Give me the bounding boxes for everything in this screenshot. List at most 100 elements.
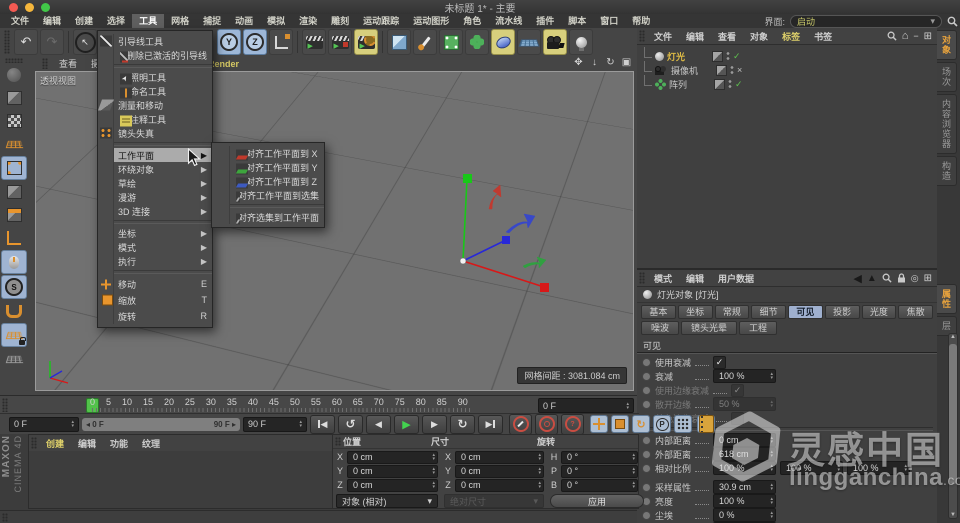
position-field[interactable]: 0 cm ▴ ▾ xyxy=(347,464,438,478)
lock-icon[interactable] xyxy=(897,273,906,283)
attribute-tab[interactable]: 细节 xyxy=(751,305,786,319)
stepper-icon[interactable]: ▴ ▾ xyxy=(538,467,541,476)
attribute-tab[interactable]: 光度 xyxy=(861,305,897,319)
texture-mode-button[interactable] xyxy=(2,110,26,132)
timeline-ruler[interactable]: 0 5 10 15 20 25 30 35 40 45 50 55 60 65 70 75 80 85 90 0 F… xyxy=(0,395,637,414)
model-mode-button[interactable] xyxy=(2,87,26,109)
scrollbar-thumb[interactable] xyxy=(949,344,957,484)
menu-item[interactable]: 执行 ▶ xyxy=(98,254,212,268)
layer-tag-icon[interactable] xyxy=(714,78,725,90)
home-icon[interactable]: ⌂ xyxy=(902,30,909,42)
material-menu-item[interactable]: 纹理 xyxy=(135,437,167,450)
z-axis-lock-button[interactable]: Z xyxy=(243,29,267,55)
dock-tab[interactable]: 对象 xyxy=(937,30,957,60)
stepper-icon[interactable]: ▴ ▾ xyxy=(632,467,635,476)
key-scale-toggle[interactable] xyxy=(611,415,629,433)
keyframe-dot[interactable] xyxy=(642,371,651,381)
subdivision-surface-button[interactable] xyxy=(439,29,463,55)
object-name[interactable]: 灯光 xyxy=(667,50,701,63)
dock-tab[interactable]: 属性 xyxy=(937,284,957,314)
attribute-tab[interactable]: 工程 xyxy=(739,321,778,335)
stepper-icon[interactable]: ▴ ▾ xyxy=(771,436,774,445)
start-frame-field[interactable]: 0 F ▴ ▾ xyxy=(9,416,79,432)
light-button[interactable] xyxy=(569,29,593,55)
menubar-item[interactable]: 网格 xyxy=(164,14,196,28)
menubar-item[interactable]: 渲染 xyxy=(292,14,324,28)
toolbar-grip[interactable] xyxy=(4,30,10,54)
stepper-icon[interactable]: ▴ ▾ xyxy=(299,420,302,429)
record-keyframe-button[interactable] xyxy=(509,413,532,435)
menubar-item[interactable]: 选择 xyxy=(100,14,132,28)
menubar-item[interactable]: 运动跟踪 xyxy=(356,14,406,28)
make-editable-button[interactable] xyxy=(2,64,26,86)
view-label[interactable]: 透视视图 xyxy=(40,74,76,87)
floor-button[interactable] xyxy=(517,29,541,55)
key-parameter-toggle[interactable]: P xyxy=(653,415,671,433)
keyframe-selection-button[interactable]: ? xyxy=(561,413,584,435)
timeline-window-button[interactable] xyxy=(697,415,715,433)
submenu-item[interactable]: 对齐工作平面到选集 xyxy=(212,188,324,202)
panel-grip[interactable] xyxy=(639,30,645,42)
viewport-menu-item[interactable]: 查看 xyxy=(52,57,84,70)
menubar-item[interactable]: 编辑 xyxy=(36,14,68,28)
viewport-solo-button[interactable] xyxy=(1,250,27,274)
keyframe-dot[interactable] xyxy=(642,463,651,473)
menu-item[interactable]: 工作平面 ▶ xyxy=(98,148,212,162)
stepper-icon[interactable]: ▴ ▾ xyxy=(626,401,629,410)
position-mode-select[interactable]: 对象 (相对) ▾ xyxy=(336,494,438,508)
menubar-item[interactable]: 插件 xyxy=(529,14,561,28)
attribute-menu-item[interactable]: 编辑 xyxy=(679,272,711,285)
submenu-item[interactable]: 对齐工作平面到 Y xyxy=(212,160,324,174)
menubar-item[interactable]: 工具 xyxy=(132,14,165,28)
rotate-view-icon[interactable]: ↻ xyxy=(604,57,617,68)
object-manager-menu-item[interactable]: 查看 xyxy=(711,30,743,43)
object-manager-menu-item[interactable]: 书签 xyxy=(807,30,839,43)
arrow-up-icon[interactable]: ▲ xyxy=(867,273,877,284)
y-axis-lock-button[interactable]: Y xyxy=(217,29,241,55)
menubar-item[interactable]: 雕刻 xyxy=(324,14,356,28)
previous-frame-button[interactable]: ◀ xyxy=(366,414,391,434)
attribute-tab[interactable]: 镜头光晕 xyxy=(681,321,738,335)
render-picture-viewer-button[interactable]: ▶ xyxy=(328,29,352,55)
points-mode-button[interactable] xyxy=(1,156,27,180)
current-frame-field[interactable]: 0 F ▴ ▾ xyxy=(538,398,634,413)
object-manager-menu-item[interactable]: 标签 xyxy=(775,30,807,43)
stepper-icon[interactable]: ▴ ▾ xyxy=(432,467,435,476)
enable-axis-button[interactable] xyxy=(2,227,26,249)
submenu-item[interactable]: 对齐工作平面到 X xyxy=(212,146,324,160)
menu-item[interactable]: 缩放 T xyxy=(98,292,212,308)
size-field[interactable]: 0 cm ▴ ▾ xyxy=(455,450,544,464)
toggle-view-icon[interactable]: ▣ xyxy=(620,57,633,68)
attribute-tab[interactable]: 投影 xyxy=(824,305,860,319)
dock-tab[interactable]: 场次 xyxy=(937,62,957,92)
attribute-tab[interactable]: 焦散 xyxy=(898,305,933,319)
stepper-icon[interactable]: ▴ ▾ xyxy=(538,481,541,490)
value-field[interactable]: 30.9 cm ▴ ▾ xyxy=(713,480,777,494)
value-field[interactable]: 100 % ▴ ▾ xyxy=(847,461,911,475)
key-rotation-toggle[interactable]: ↻ xyxy=(632,415,650,433)
stepper-icon[interactable]: ▴ ▾ xyxy=(771,483,774,492)
stepper-icon[interactable]: ▴ ▾ xyxy=(905,464,908,473)
menu-item[interactable]: 命名工具 xyxy=(98,84,212,98)
attribute-tab[interactable]: 坐标 xyxy=(677,305,713,319)
keyframe-dot[interactable] xyxy=(642,357,651,367)
key-position-toggle[interactable] xyxy=(590,415,608,433)
live-selection-button[interactable]: ↖ xyxy=(73,29,97,55)
menubar-item[interactable]: 动画 xyxy=(228,14,260,28)
menu-item[interactable]: 3D 连接 ▶ xyxy=(98,204,212,218)
layer-tag-icon[interactable] xyxy=(712,50,723,62)
palette-grip[interactable] xyxy=(5,58,23,63)
keyframe-dot[interactable] xyxy=(642,449,651,459)
stepper-icon[interactable]: ▴ ▾ xyxy=(838,464,841,473)
timeline-grip[interactable] xyxy=(2,398,8,412)
menubar-item[interactable]: 运动图形 xyxy=(406,14,456,28)
menu-item[interactable]: 测量和移动 xyxy=(97,98,212,112)
keyframe-dot[interactable] xyxy=(642,385,651,395)
position-field[interactable]: 0 cm ▴ ▾ xyxy=(347,450,438,464)
value-field[interactable]: 0 cm ▴ ▾ xyxy=(713,433,777,447)
keyframe-dot[interactable] xyxy=(642,482,651,492)
polygons-mode-button[interactable] xyxy=(2,204,26,226)
value-field[interactable]: 100 % ▴ ▾ xyxy=(713,494,776,508)
menubar-item[interactable]: 窗口 xyxy=(593,14,625,28)
dolly-view-icon[interactable]: ↓ xyxy=(588,57,601,68)
